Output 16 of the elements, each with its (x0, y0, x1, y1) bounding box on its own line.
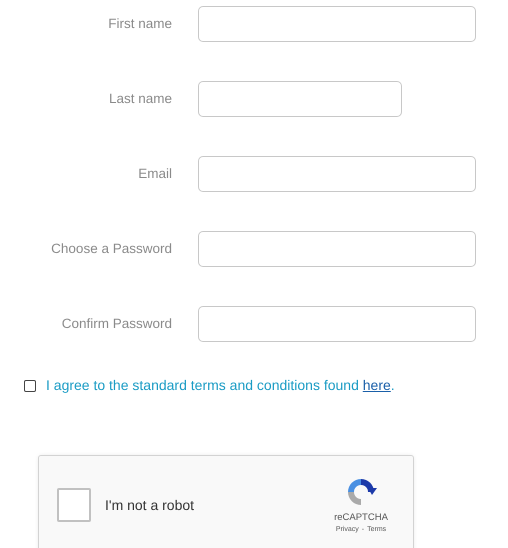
here-link[interactable]: here (362, 377, 391, 393)
field-label: Confirm Password (60, 314, 172, 333)
captcha-label: I'm not a robot (105, 496, 196, 514)
field-label: First name (107, 14, 172, 33)
field-label: Choose a Password (50, 240, 172, 258)
text-field[interactable] (198, 6, 476, 42)
field-label: Last name (108, 90, 172, 108)
captcha-checkbox[interactable] (57, 488, 91, 522)
field-label: Email (137, 164, 172, 183)
recaptcha-brand: reCAPTCHA (334, 510, 388, 525)
text-field[interactable] (198, 156, 476, 192)
text-field[interactable] (198, 81, 402, 117)
text-field[interactable] (198, 306, 476, 342)
text-field[interactable] (198, 231, 476, 267)
terms-checkbox[interactable] (24, 380, 36, 392)
terms-sentence: I agree to the standard terms and conditions found here. (46, 376, 395, 395)
